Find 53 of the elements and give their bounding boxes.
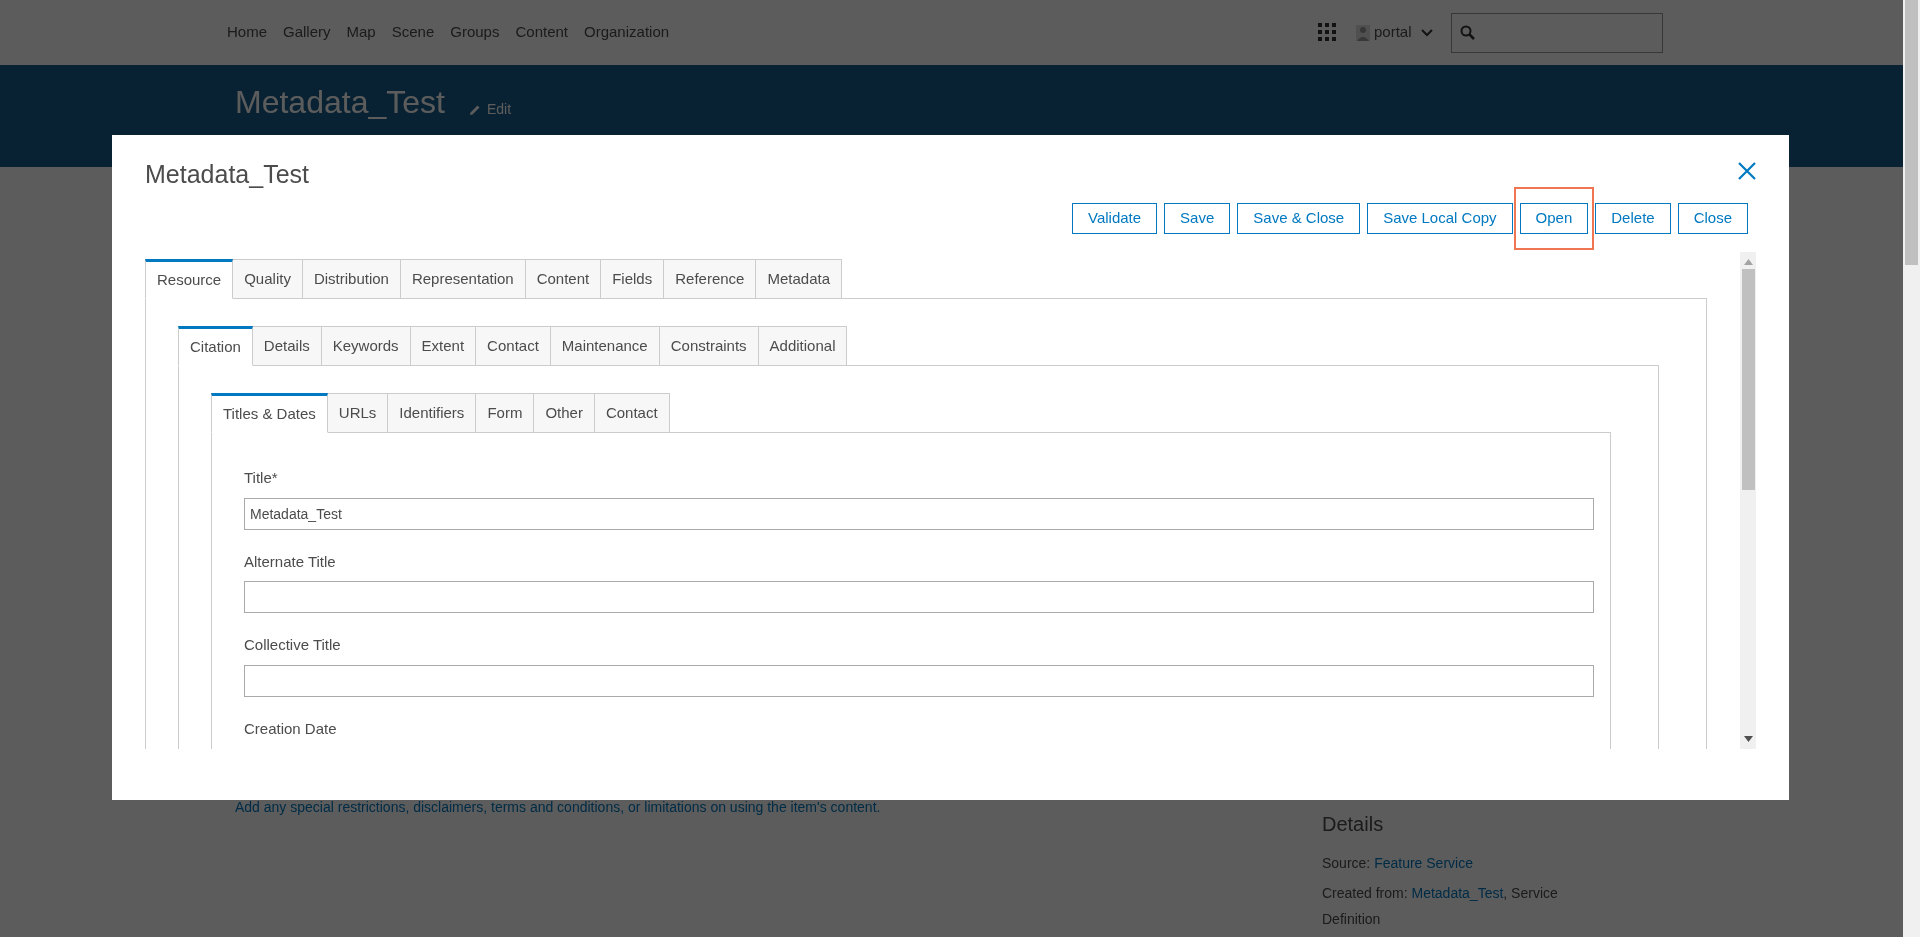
page-title: Metadata_Test	[235, 83, 445, 122]
field-label: Title*	[244, 468, 279, 488]
dialog-button[interactable]: Save & Close	[1237, 203, 1361, 234]
tab[interactable]: Details	[252, 326, 322, 366]
tab[interactable]: Quality	[233, 259, 303, 299]
search-field[interactable]	[1451, 12, 1663, 53]
tab[interactable]: Citation	[178, 326, 253, 366]
dialog-button[interactable]: Close	[1677, 203, 1748, 234]
dialog-title: Metadata_Test	[145, 159, 309, 189]
search-icon	[1460, 24, 1476, 41]
input-field[interactable]	[244, 581, 1594, 613]
tab[interactable]: Maintenance	[550, 326, 660, 366]
dialog-button[interactable]: Open	[1519, 203, 1589, 234]
scroll-down-arrow-icon[interactable]	[1743, 736, 1753, 742]
dialog-button[interactable]: Delete	[1595, 203, 1671, 234]
input-field[interactable]: Metadata_Test	[244, 497, 1594, 530]
tab[interactable]: Form	[476, 393, 535, 433]
user-avatar-icon	[1356, 24, 1371, 41]
tab[interactable]: Representation	[400, 259, 526, 299]
scroll-up-arrow-icon[interactable]	[1743, 259, 1753, 265]
tab[interactable]: Content	[525, 259, 602, 299]
field-label: Creation Date	[244, 718, 338, 739]
tab[interactable]: Extent	[410, 326, 477, 366]
dialog-button[interactable]: Save	[1164, 203, 1231, 234]
tab[interactable]: Contact	[476, 326, 551, 366]
dialog-scrollbar[interactable]	[1740, 252, 1756, 749]
details-line: Created from: Metadata_Test, Service Definition	[1322, 884, 1559, 929]
tab[interactable]: Distribution	[302, 259, 401, 299]
details-line: Source: Feature Service	[1322, 854, 1474, 873]
tab[interactable]: Identifiers	[388, 393, 477, 433]
dialog-button[interactable]: Save Local Copy	[1367, 203, 1513, 234]
tab[interactable]: Contact	[594, 393, 670, 433]
tab[interactable]: Reference	[664, 259, 757, 299]
tab[interactable]: URLs	[327, 393, 389, 433]
tab[interactable]: Constraints	[659, 326, 759, 366]
tab[interactable]: Fields	[601, 259, 665, 299]
pencil-icon	[468, 103, 481, 116]
field-label: Collective Title	[244, 635, 342, 655]
caret-icon	[1421, 28, 1433, 37]
close-icon[interactable]	[1737, 161, 1757, 181]
tab[interactable]: Keywords	[321, 326, 411, 366]
page-scrollbar[interactable]	[1903, 0, 1920, 937]
tab[interactable]: Other	[534, 393, 595, 433]
tab[interactable]: Additional	[758, 326, 848, 366]
details-heading: Details	[1322, 812, 1385, 836]
input-field[interactable]	[244, 664, 1594, 697]
tab[interactable]: Resource	[145, 259, 234, 299]
tab[interactable]: Metadata	[756, 259, 842, 299]
apps-grid-icon[interactable]	[1318, 22, 1339, 43]
description-text: Add any special restrictions, disclaimers, terms and conditions, or limitations on using the item's content.	[235, 798, 881, 817]
tab[interactable]: Titles & Dates	[211, 393, 328, 433]
field-label: Alternate Title	[244, 551, 337, 572]
dialog-button[interactable]: Validate	[1072, 203, 1158, 234]
